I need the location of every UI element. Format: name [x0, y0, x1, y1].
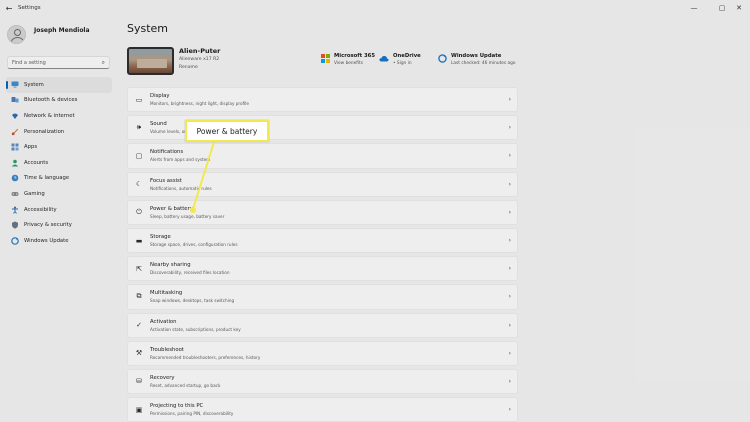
chevron-right-icon: ›: [508, 377, 511, 385]
sidebar-item-network[interactable]: Network & internet: [6, 108, 112, 124]
chevron-right-icon: ›: [508, 180, 511, 188]
chevron-right-icon: ›: [508, 265, 511, 273]
settings-row-focus-assist[interactable]: ☾ Focus assist Notifications, automatic r…: [127, 171, 518, 197]
chevron-right-icon: ›: [508, 236, 511, 244]
update-icon: [437, 53, 447, 63]
search-icon: ⌕: [101, 58, 105, 66]
display-icon: ▭: [135, 95, 143, 104]
sidebar-item-accessibility[interactable]: Accessibility: [6, 202, 112, 218]
microsoft-365-card[interactable]: Microsoft 365 View benefits: [320, 53, 375, 66]
power-icon: ⏻: [136, 207, 142, 216]
device-model: Alienware x17 R2: [179, 57, 220, 62]
settings-row-storage[interactable]: ▬ Storage Storage space, drives, configur…: [127, 227, 518, 254]
multitask-icon: ⧉: [136, 292, 142, 301]
settings-row-activation[interactable]: ✓ Activation Activation state, subscripti…: [127, 312, 518, 338]
globe-clock-icon: [11, 174, 19, 182]
avatar: [7, 25, 26, 44]
microsoft-logo-icon: [320, 53, 330, 63]
shield-icon: [11, 221, 19, 229]
bell-icon: ▢: [135, 151, 143, 160]
minimize-icon[interactable]: —: [683, 0, 705, 16]
device-info: Alien-Puter Alienware x17 R2 Rename: [127, 47, 220, 75]
bluetooth-icon: [11, 96, 19, 104]
sidebar-item-gaming[interactable]: Gaming: [6, 186, 112, 202]
brush-icon: [11, 128, 19, 136]
chevron-right-icon: ›: [508, 406, 511, 414]
callout-label: Power & battery: [185, 120, 269, 142]
recovery-icon: ⛁: [136, 377, 142, 386]
settings-row-notifications[interactable]: ▢ Notifications Alerts from apps and syst…: [127, 143, 518, 169]
wifi-icon: [11, 112, 19, 120]
settings-row-multitasking[interactable]: ⧉ Multitasking Snap windows, desktops, ta…: [127, 284, 518, 310]
settings-row-troubleshoot[interactable]: ⚒ Troubleshoot Recommended troubleshooter…: [127, 340, 518, 366]
device-name: Alien-Puter: [179, 47, 221, 55]
sidebar-item-personalization[interactable]: Personalization: [6, 124, 112, 140]
back-arrow-icon[interactable]: ←: [0, 0, 18, 16]
window-title: Settings: [18, 5, 41, 11]
settings-row-projecting[interactable]: ▣ Projecting to this PC Permissions, pair…: [127, 397, 518, 422]
chevron-right-icon: ›: [508, 321, 511, 329]
close-icon[interactable]: ✕: [728, 0, 750, 16]
settings-row-power-battery[interactable]: ⏻ Power & battery Sleep, battery usage, b…: [127, 199, 518, 225]
accessibility-icon: [11, 206, 19, 214]
user-profile[interactable]: Joseph Mendiola: [7, 25, 90, 44]
search-box[interactable]: ⌕: [7, 56, 110, 69]
sidebar-item-apps[interactable]: Apps: [6, 139, 112, 155]
settings-row-display[interactable]: ▭ Display Monitors, brightness, night lig…: [127, 87, 518, 113]
monitor-icon: [11, 81, 19, 89]
settings-row-recovery[interactable]: ⛁ Recovery Reset, advanced startup, go ba…: [127, 368, 518, 395]
sidebar-nav: System Bluetooth & devices Network & int…: [6, 77, 112, 249]
gamepad-icon: [11, 190, 19, 198]
projector-icon: ▣: [135, 405, 143, 414]
chevron-right-icon: ›: [508, 208, 511, 216]
onedrive-card[interactable]: OneDrive • Sign in: [379, 53, 421, 66]
chevron-right-icon: ›: [508, 96, 511, 103]
chevron-right-icon: ›: [508, 152, 511, 160]
windows-update-card[interactable]: Windows Update Last checked: 46 minutes …: [437, 53, 516, 66]
sidebar-item-privacy-security[interactable]: Privacy & security: [6, 217, 112, 233]
user-name: Joseph Mendiola: [34, 27, 90, 34]
chevron-right-icon: ›: [508, 293, 511, 301]
rename-link[interactable]: Rename: [179, 65, 220, 70]
wrench-icon: ⚒: [135, 349, 143, 358]
sidebar-item-accounts[interactable]: Accounts: [6, 155, 112, 171]
page-title: System: [127, 22, 169, 35]
chevron-right-icon: ›: [508, 349, 511, 357]
title-bar: ← Settings: [0, 0, 750, 16]
moon-icon: ☾: [135, 180, 143, 189]
activation-icon: ✓: [136, 321, 142, 330]
speaker-icon: 🕪: [136, 123, 142, 132]
cloud-icon: [379, 53, 389, 63]
desktop-wallpaper-thumbnail: [127, 47, 174, 75]
sidebar-item-bluetooth[interactable]: Bluetooth & devices: [6, 93, 112, 109]
sidebar-item-system[interactable]: System: [6, 77, 112, 93]
update-icon: [11, 236, 19, 245]
chevron-right-icon: ›: [508, 124, 511, 132]
share-icon: ⇱: [136, 264, 142, 273]
storage-icon: ▬: [135, 236, 143, 245]
search-input[interactable]: [12, 59, 102, 66]
apps-icon: [11, 143, 19, 151]
settings-row-nearby-sharing[interactable]: ⇱ Nearby sharing Discoverability, receive…: [127, 256, 518, 282]
person-icon: [11, 159, 19, 167]
sidebar-item-windows-update[interactable]: Windows Update: [6, 233, 112, 249]
sidebar-item-time-language[interactable]: Time & language: [6, 171, 112, 187]
